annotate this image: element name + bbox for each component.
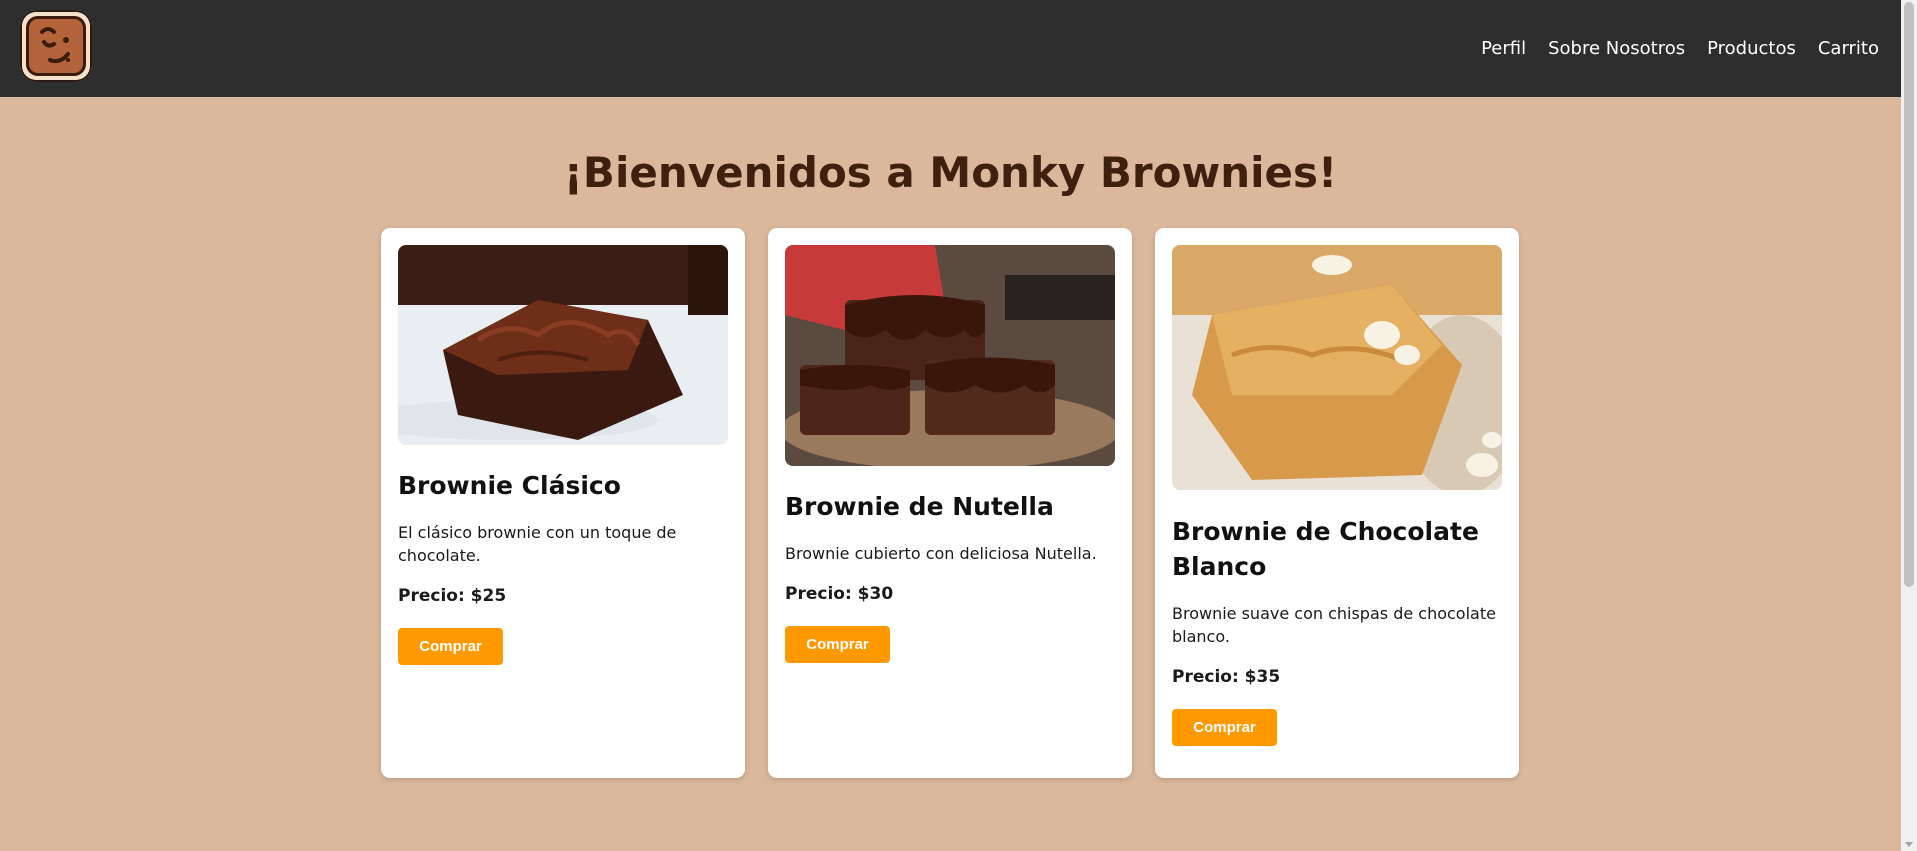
logo-face-icon bbox=[40, 27, 70, 64]
header-bar: Perfil Sobre Nosotros Productos Carrito bbox=[0, 0, 1901, 97]
product-description: Brownie cubierto con deliciosa Nutella. bbox=[785, 544, 1097, 563]
product-name: Brownie de Chocolate Blanco bbox=[1172, 517, 1479, 581]
white-chocolate-brownie-photo bbox=[1172, 245, 1502, 490]
vertical-scrollbar[interactable] bbox=[1901, 0, 1917, 851]
product-price: Precio: $30 bbox=[785, 584, 894, 604]
product-price: Precio: $35 bbox=[1172, 667, 1281, 687]
product-name: Brownie de Nutella bbox=[785, 492, 1054, 521]
product-price: Precio: $25 bbox=[398, 586, 507, 606]
nav-link-perfil[interactable]: Perfil bbox=[1481, 38, 1526, 59]
nav-link-sobre-nosotros[interactable]: Sobre Nosotros bbox=[1548, 38, 1685, 59]
brownie-face-logo-icon[interactable] bbox=[20, 10, 92, 82]
comprar-button[interactable]: Comprar bbox=[398, 628, 503, 665]
comprar-button[interactable]: Comprar bbox=[785, 626, 890, 663]
product-description: El clásico brownie con un toque de choco… bbox=[398, 523, 677, 565]
main-nav: Perfil Sobre Nosotros Productos Carrito bbox=[1481, 38, 1879, 59]
product-name: Brownie Clásico bbox=[398, 471, 621, 500]
product-card-brownie-clasico: Brownie Clásico El clásico brownie con u… bbox=[381, 228, 745, 778]
card-body: Brownie de Nutella Brownie cubierto con … bbox=[785, 489, 1115, 663]
classic-brownie-photo bbox=[398, 245, 728, 445]
page-title: ¡Bienvenidos a Monky Brownies! bbox=[563, 148, 1338, 197]
product-description: Brownie suave con chispas de chocolate b… bbox=[1172, 604, 1496, 646]
product-card-brownie-chocolate-blanco: Brownie de Chocolate Blanco Brownie suav… bbox=[1155, 228, 1519, 778]
scrollbar-thumb[interactable] bbox=[1904, 2, 1914, 587]
nav-link-productos[interactable]: Productos bbox=[1707, 38, 1796, 59]
card-body: Brownie de Chocolate Blanco Brownie suav… bbox=[1172, 514, 1502, 746]
nav-link-carrito[interactable]: Carrito bbox=[1818, 38, 1879, 59]
comprar-button[interactable]: Comprar bbox=[1172, 709, 1277, 746]
product-card-brownie-nutella: Brownie de Nutella Brownie cubierto con … bbox=[768, 228, 1132, 778]
nutella-brownie-photo bbox=[785, 245, 1115, 466]
scroll-down-arrow-icon[interactable] bbox=[1905, 842, 1913, 847]
card-body: Brownie Clásico El clásico brownie con u… bbox=[398, 468, 728, 665]
